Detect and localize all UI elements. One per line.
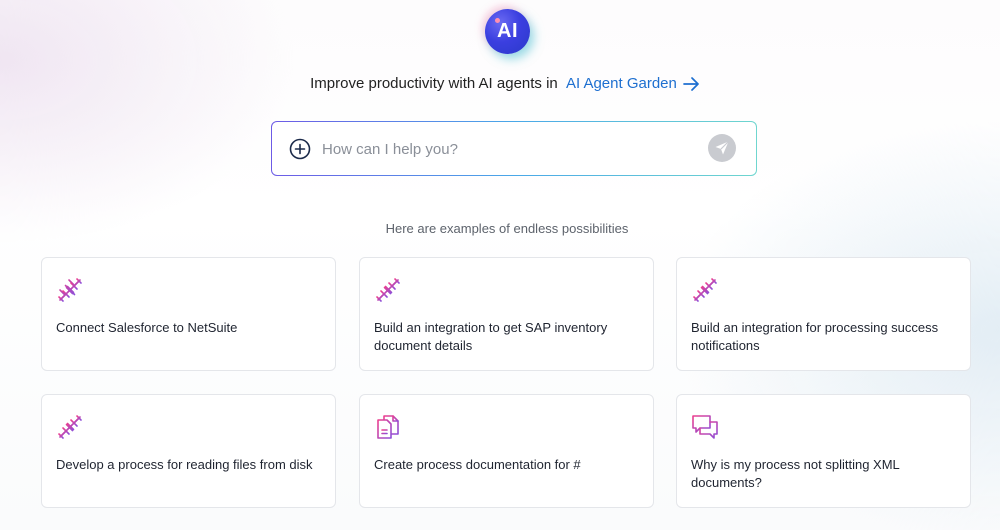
example-card-text: Build an integration for processing succ… [691, 320, 939, 353]
logo-sparkle [495, 18, 500, 23]
promo-text: Improve productivity with AI agents in [310, 75, 558, 92]
promo-line: Improve productivity with AI agents in A… [0, 75, 1000, 92]
ai-logo: AI [485, 9, 530, 54]
unplug-icon [376, 278, 400, 302]
unplug-icon [58, 415, 82, 439]
example-card[interactable]: Build an integration to get SAP inventor… [359, 257, 654, 371]
example-card[interactable]: Develop a process for reading files from… [41, 394, 336, 508]
prompt-box [271, 121, 757, 176]
agent-garden-link-label: AI Agent Garden [565, 75, 677, 92]
example-card-text: Connect Salesforce to NetSuite [56, 320, 238, 335]
send-icon [715, 141, 729, 155]
example-card-text: Build an integration to get SAP inventor… [374, 320, 608, 353]
example-card-text: Develop a process for reading files from… [56, 457, 313, 472]
send-button[interactable] [708, 134, 736, 162]
example-card-text: Create process documentation for # [374, 457, 581, 472]
examples-heading: Here are examples of endless possibiliti… [385, 221, 629, 236]
chat-bubbles-icon [692, 415, 718, 439]
logo-text: AI [497, 20, 518, 42]
prompt-input[interactable] [320, 136, 704, 162]
example-card-text: Why is my process not splitting XML docu… [691, 457, 900, 490]
example-card[interactable]: Why is my process not splitting XML docu… [676, 394, 971, 508]
example-card[interactable]: Connect Salesforce to NetSuite [41, 257, 336, 371]
example-card[interactable]: Create process documentation for # [359, 394, 654, 508]
agent-garden-link[interactable]: AI Agent Garden [566, 75, 700, 92]
add-circle-icon[interactable] [289, 138, 311, 160]
unplug-icon [58, 278, 82, 302]
documents-icon [377, 415, 399, 439]
arrow-right-icon [683, 77, 699, 91]
unplug-icon [693, 278, 717, 302]
example-card[interactable]: Build an integration for processing succ… [676, 257, 971, 371]
